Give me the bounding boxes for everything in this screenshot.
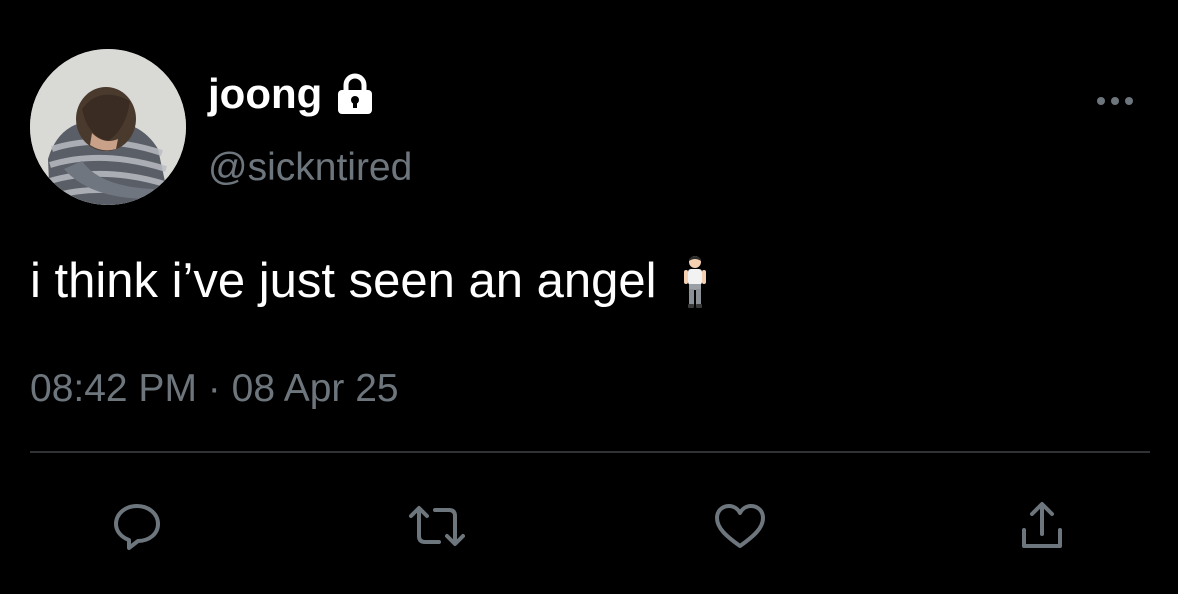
tweet-card: joong @sickntired i think i’ve just seen… bbox=[0, 0, 1178, 594]
retweet-icon bbox=[409, 506, 465, 546]
more-options-button[interactable] bbox=[1092, 86, 1138, 116]
retweet-button[interactable] bbox=[407, 496, 467, 556]
user-handle[interactable]: @sickntired bbox=[208, 145, 412, 191]
display-name[interactable]: joong bbox=[208, 70, 378, 118]
more-icon bbox=[1097, 97, 1133, 105]
display-name-text: joong bbox=[208, 70, 323, 117]
tweet-body: i think i’ve just seen an angel bbox=[30, 254, 657, 308]
tweet-timestamp[interactable]: 08:42 PM · 08 Apr 25 bbox=[30, 366, 399, 412]
tweet-text: i think i’ve just seen an angel bbox=[30, 252, 711, 310]
tweet-date: 08 Apr 25 bbox=[231, 367, 399, 410]
like-icon bbox=[715, 504, 765, 548]
reply-button[interactable] bbox=[107, 496, 167, 556]
tweet-time: 08:42 PM bbox=[30, 367, 197, 410]
person-standing-emoji bbox=[679, 253, 711, 309]
divider bbox=[30, 451, 1150, 453]
avatar[interactable] bbox=[30, 49, 186, 205]
meta-separator: · bbox=[207, 367, 221, 410]
share-icon bbox=[1022, 502, 1062, 548]
lock-icon bbox=[332, 71, 378, 117]
share-button[interactable] bbox=[1012, 496, 1072, 556]
like-button[interactable] bbox=[710, 496, 770, 556]
reply-icon bbox=[114, 504, 160, 550]
